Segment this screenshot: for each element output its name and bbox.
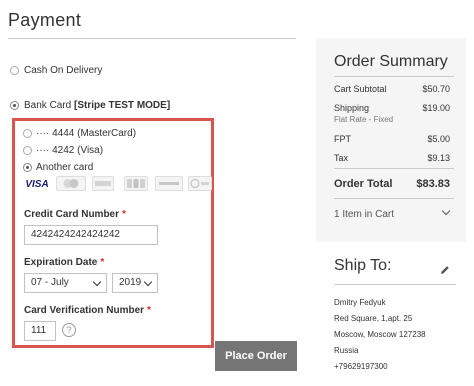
amex-logo-icon (92, 176, 114, 191)
items-in-cart-toggle[interactable]: 1 Item in Cart (334, 209, 394, 220)
cod-label[interactable]: Cash On Delivery (24, 65, 102, 76)
cvv-label: Card Verification Number * (24, 305, 151, 316)
pencil-icon[interactable] (440, 262, 450, 274)
cod-radio[interactable] (10, 66, 19, 75)
discover-logo-icon (155, 176, 183, 191)
required-marker: * (122, 209, 126, 220)
items-divider (334, 198, 454, 199)
cvv-input[interactable]: 111 (24, 321, 56, 341)
card-number-label: Credit Card Number * (24, 209, 126, 220)
summary-row-label: Tax (334, 153, 349, 163)
order-total-label: Order Total (334, 178, 393, 190)
summary-row-label: Shipping (334, 103, 370, 113)
expiration-month-value: 07 - July (31, 277, 69, 288)
shipping-method-text: Flat Rate - Fixed (334, 115, 394, 124)
saved-card-label-visa[interactable]: ···· 4242 (Visa) (36, 145, 103, 156)
card-number-input[interactable]: 4242424242424242 (24, 225, 158, 245)
cvv-label-text: Card Verification Number (24, 305, 145, 316)
expiration-date-label: Expiration Date * (24, 257, 104, 268)
saved-card-radio-mastercard[interactable] (23, 129, 32, 138)
address-line: +79629197300 (334, 362, 388, 371)
visa-logo-icon: VISA (24, 177, 50, 192)
payment-title: Payment (8, 10, 82, 30)
expiration-year-select[interactable]: 2019 (112, 273, 158, 293)
summary-row-label: Cart Subtotal (334, 84, 387, 94)
card-number-label-text: Credit Card Number (24, 209, 120, 220)
another-card-label[interactable]: Another card (36, 162, 93, 173)
expiration-date-label-text: Expiration Date (24, 257, 98, 268)
address-line: Russia (334, 346, 359, 355)
expiration-month-select[interactable]: 07 - July (24, 273, 107, 293)
address-line: Red Square, 1,apt. 25 (334, 314, 413, 323)
expiration-year-value: 2019 (119, 277, 142, 288)
bank-card-label[interactable]: Bank Card [Stripe TEST MODE] (24, 100, 170, 111)
ship-to-title: Ship To: (334, 257, 392, 274)
help-icon[interactable]: ? (62, 323, 76, 337)
address-line: Moscow, Moscow 127238 (334, 330, 426, 339)
saved-card-radio-visa[interactable] (23, 146, 32, 155)
required-marker: * (100, 257, 105, 268)
mastercard-logo-icon (56, 176, 86, 191)
bank-card-label-mode: [Stripe TEST MODE] (74, 100, 171, 111)
chevron-down-icon (92, 277, 102, 287)
summary-row-value: $9.13 (427, 153, 450, 163)
bank-card-label-prefix: Bank Card (24, 100, 75, 111)
summary-row-value: $5.00 (427, 134, 450, 144)
jcb-logo-icon (124, 176, 148, 191)
order-summary-divider (334, 76, 454, 77)
summary-row-label: FPT (334, 134, 351, 144)
ship-to-divider (334, 284, 456, 285)
chevron-down-icon (143, 277, 153, 287)
summary-row-value: $50.70 (422, 84, 450, 94)
another-card-radio[interactable] (23, 163, 32, 172)
order-total-value: $83.83 (416, 178, 450, 190)
order-total-divider (334, 168, 454, 169)
address-line: Dmitry Fedyuk (334, 298, 386, 307)
payment-divider (8, 38, 296, 39)
summary-row-value: $19.00 (422, 103, 450, 113)
bank-card-radio[interactable] (10, 101, 19, 110)
saved-card-label-mastercard[interactable]: ···· 4444 (MasterCard) (36, 128, 136, 139)
place-order-button[interactable]: Place Order (215, 341, 297, 371)
diners-club-logo-icon (188, 176, 212, 191)
required-marker: * (147, 305, 151, 316)
order-summary-title: Order Summary (334, 53, 448, 70)
